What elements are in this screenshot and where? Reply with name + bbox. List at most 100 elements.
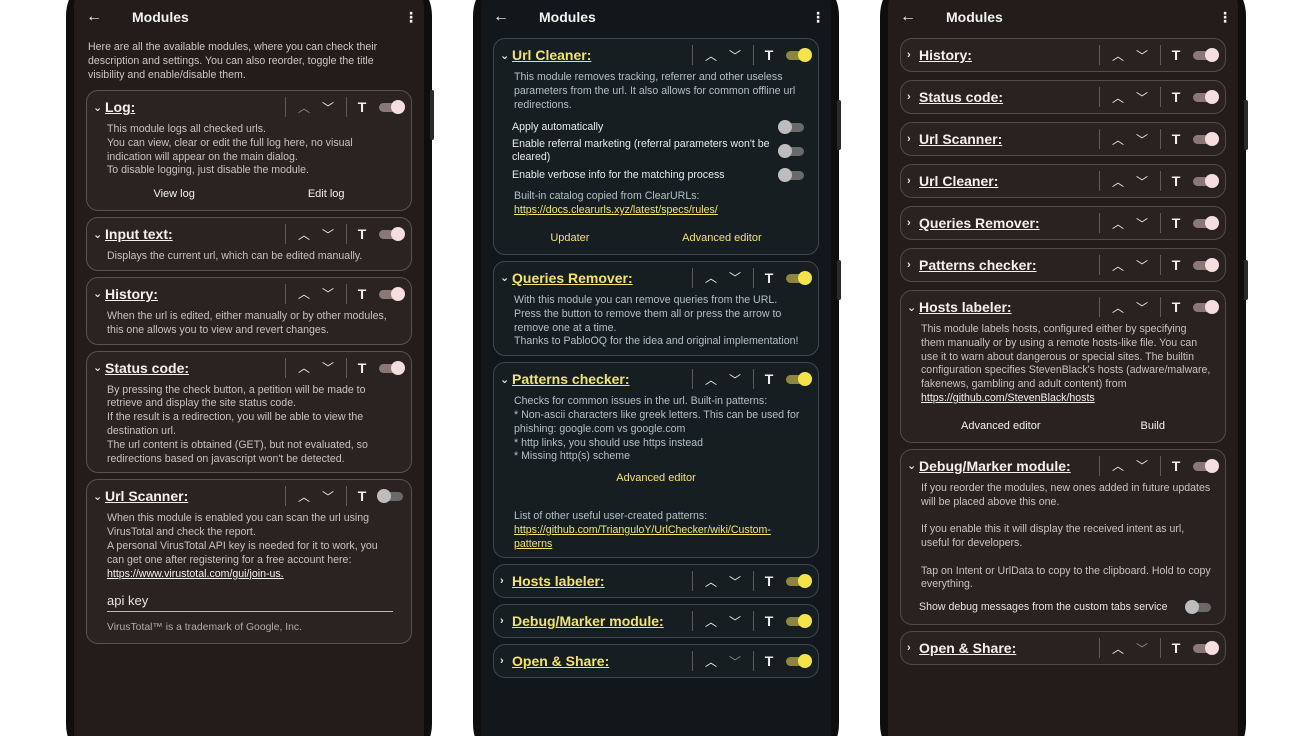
- title-visibility-toggle[interactable]: T: [353, 99, 371, 115]
- title-visibility-toggle[interactable]: T: [1167, 640, 1185, 656]
- chevron-right-icon[interactable]: ›: [907, 49, 919, 61]
- title-visibility-toggle[interactable]: T: [1167, 215, 1185, 231]
- chevron-up-icon[interactable]: ︿: [1106, 215, 1130, 232]
- chevron-down-icon[interactable]: ﹀: [723, 573, 747, 590]
- chevron-down-icon[interactable]: ⌄: [93, 101, 105, 114]
- module-title[interactable]: Open & Share:: [512, 653, 686, 669]
- title-visibility-toggle[interactable]: T: [1167, 173, 1185, 189]
- stevenblack-hosts-link[interactable]: https://github.com/StevenBlack/hosts: [921, 392, 1095, 404]
- chevron-down-icon[interactable]: ﹀: [1130, 457, 1154, 474]
- more-vert-icon[interactable]: ⋮: [1218, 9, 1232, 26]
- chevron-right-icon[interactable]: ›: [500, 575, 512, 587]
- module-title[interactable]: Debug/Marker module:: [919, 458, 1093, 474]
- chevron-down-icon[interactable]: ⌄: [500, 271, 512, 284]
- view-log-button[interactable]: View log: [153, 188, 194, 200]
- module-title[interactable]: Open & Share:: [919, 640, 1093, 656]
- title-visibility-toggle[interactable]: T: [353, 226, 371, 242]
- chevron-right-icon[interactable]: ›: [907, 642, 919, 654]
- enable-switch[interactable]: [1191, 458, 1219, 473]
- arrow-back-icon[interactable]: ←: [86, 8, 110, 26]
- chevron-up-icon[interactable]: ︿: [699, 573, 723, 590]
- enable-switch[interactable]: [784, 614, 812, 629]
- module-title[interactable]: Url Scanner:: [919, 131, 1093, 147]
- module-title[interactable]: Patterns checker:: [512, 371, 686, 387]
- chevron-down-icon[interactable]: ﹀: [723, 371, 747, 388]
- title-visibility-toggle[interactable]: T: [1167, 47, 1185, 63]
- chevron-up-icon[interactable]: ︿: [292, 359, 316, 376]
- chevron-down-icon[interactable]: ﹀: [1130, 640, 1154, 657]
- module-title[interactable]: Queries Remover:: [919, 215, 1093, 231]
- chevron-down-icon[interactable]: ﹀: [723, 613, 747, 630]
- chevron-up-icon[interactable]: ︿: [1106, 640, 1130, 657]
- chevron-down-icon[interactable]: ⌄: [93, 490, 105, 503]
- title-visibility-toggle[interactable]: T: [760, 371, 778, 387]
- chevron-down-icon[interactable]: ⌄: [500, 373, 512, 386]
- chevron-down-icon[interactable]: ﹀: [1130, 215, 1154, 232]
- title-visibility-toggle[interactable]: T: [353, 488, 371, 504]
- chevron-right-icon[interactable]: ›: [907, 133, 919, 145]
- enable-switch[interactable]: [377, 100, 405, 114]
- chevron-down-icon[interactable]: ﹀: [1130, 173, 1154, 190]
- arrow-back-icon[interactable]: ←: [900, 8, 924, 26]
- enable-switch[interactable]: [1191, 48, 1219, 62]
- chevron-down-icon[interactable]: ﹀: [723, 269, 747, 286]
- more-vert-icon[interactable]: ⋮: [811, 9, 825, 26]
- chevron-up-icon[interactable]: ︿: [1106, 173, 1130, 190]
- chevron-up-icon[interactable]: ︿: [1106, 257, 1130, 274]
- enable-switch[interactable]: [377, 286, 405, 301]
- module-title[interactable]: Log:: [105, 99, 279, 115]
- chevron-up-icon[interactable]: ︿: [292, 226, 316, 243]
- apply-automatically-switch[interactable]: [778, 120, 806, 135]
- enable-switch[interactable]: [1191, 300, 1219, 314]
- chevron-down-icon[interactable]: ﹀: [1130, 131, 1154, 148]
- chevron-up-icon[interactable]: ︿: [1106, 131, 1130, 148]
- advanced-editor-button[interactable]: Advanced editor: [961, 420, 1041, 432]
- enable-switch[interactable]: [784, 372, 812, 387]
- module-title[interactable]: Url Cleaner:: [512, 47, 686, 63]
- module-title[interactable]: Hosts labeler:: [919, 299, 1093, 315]
- enable-switch[interactable]: [1191, 90, 1219, 104]
- chevron-down-icon[interactable]: ﹀: [723, 653, 747, 670]
- chevron-down-icon[interactable]: ⌄: [500, 49, 512, 62]
- clearurls-link[interactable]: https://docs.clearurls.xyz/latest/specs/…: [514, 204, 718, 216]
- title-visibility-toggle[interactable]: T: [1167, 299, 1185, 315]
- chevron-up-icon[interactable]: ︿: [699, 47, 723, 64]
- enable-switch[interactable]: [377, 227, 405, 242]
- chevron-up-icon[interactable]: ︿: [699, 613, 723, 630]
- chevron-down-icon[interactable]: ﹀: [316, 285, 340, 302]
- enable-switch[interactable]: [1191, 132, 1219, 146]
- title-visibility-toggle[interactable]: T: [1167, 257, 1185, 273]
- enable-switch[interactable]: [1191, 641, 1219, 656]
- module-title[interactable]: Input text:: [105, 226, 279, 242]
- chevron-down-icon[interactable]: ﹀: [723, 47, 747, 64]
- chevron-down-icon[interactable]: ﹀: [1130, 47, 1154, 64]
- chevron-right-icon[interactable]: ›: [907, 175, 919, 187]
- title-visibility-toggle[interactable]: T: [760, 653, 778, 669]
- title-visibility-toggle[interactable]: T: [1167, 89, 1185, 105]
- chevron-down-icon[interactable]: ﹀: [1130, 299, 1154, 316]
- chevron-down-icon[interactable]: ⌄: [93, 228, 105, 241]
- chevron-up-icon[interactable]: ︿: [1106, 457, 1130, 474]
- debug-messages-switch[interactable]: [1185, 600, 1213, 615]
- enable-switch[interactable]: [784, 574, 812, 589]
- chevron-down-icon[interactable]: ﹀: [316, 488, 340, 505]
- enable-switch[interactable]: [1191, 258, 1219, 272]
- title-visibility-toggle[interactable]: T: [353, 360, 371, 376]
- chevron-down-icon[interactable]: ﹀: [1130, 257, 1154, 274]
- chevron-right-icon[interactable]: ›: [500, 655, 512, 667]
- title-visibility-toggle[interactable]: T: [760, 613, 778, 629]
- updater-button[interactable]: Updater: [550, 232, 589, 244]
- chevron-up-icon[interactable]: ︿: [292, 285, 316, 302]
- arrow-back-icon[interactable]: ←: [493, 8, 517, 26]
- chevron-right-icon[interactable]: ›: [907, 259, 919, 271]
- title-visibility-toggle[interactable]: T: [1167, 131, 1185, 147]
- title-visibility-toggle[interactable]: T: [760, 573, 778, 589]
- title-visibility-toggle[interactable]: T: [760, 270, 778, 286]
- chevron-up-icon[interactable]: ︿: [1106, 47, 1130, 64]
- module-title[interactable]: Hosts labeler:: [512, 573, 686, 589]
- chevron-up-icon[interactable]: ︿: [1106, 299, 1130, 316]
- enable-switch[interactable]: [377, 360, 405, 375]
- chevron-up-icon[interactable]: ︿: [292, 99, 316, 116]
- chevron-down-icon[interactable]: ⌄: [907, 459, 919, 472]
- module-title[interactable]: Status code:: [919, 89, 1093, 105]
